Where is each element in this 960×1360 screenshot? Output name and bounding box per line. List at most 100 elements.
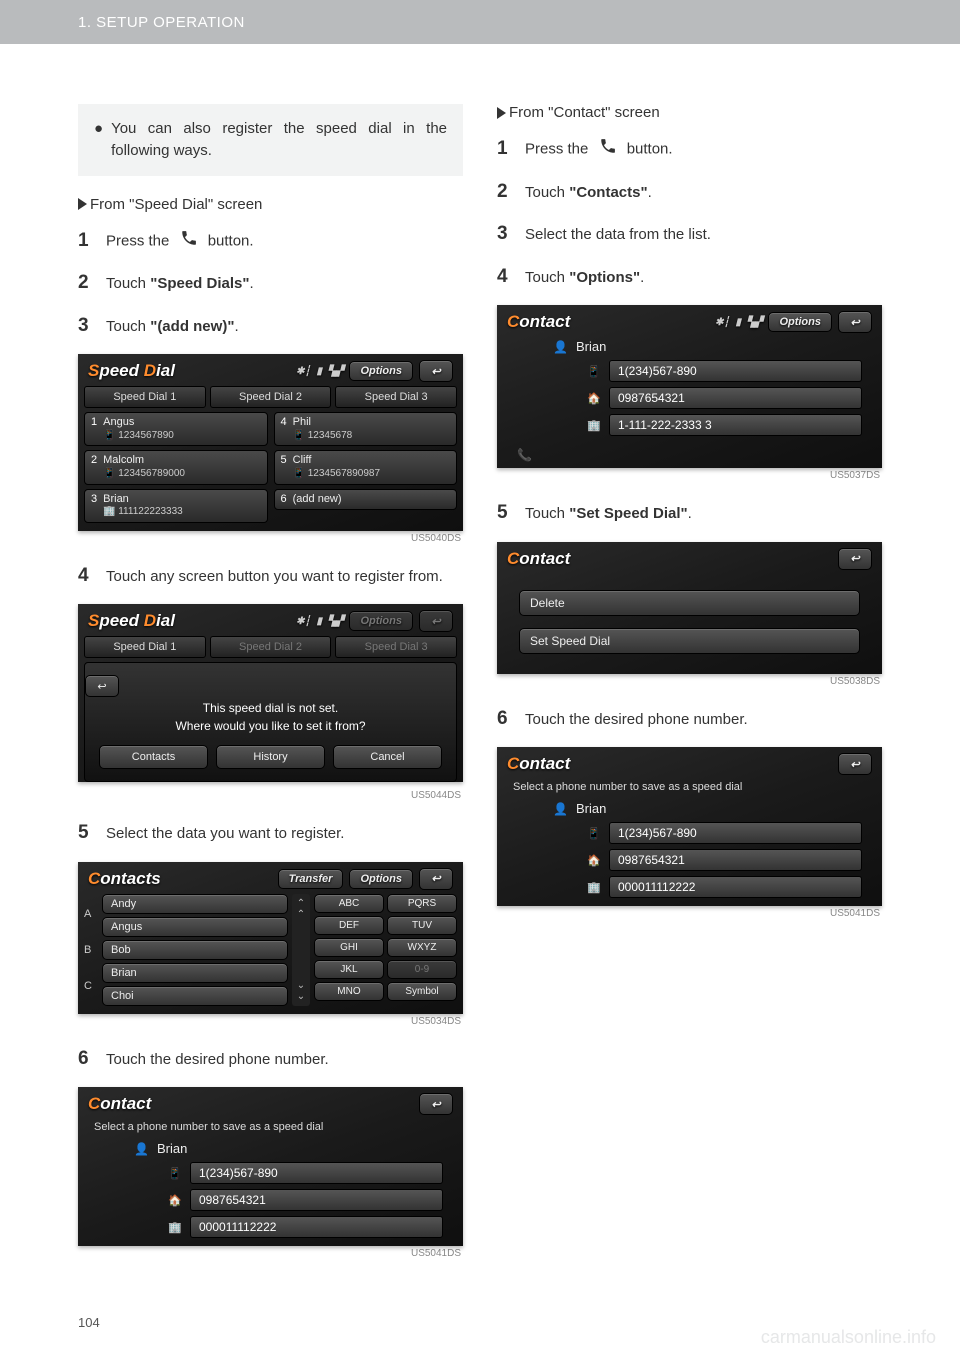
keypad-button[interactable]: ABC <box>314 894 384 913</box>
back-button[interactable]: ↩ <box>85 675 119 697</box>
options-button: Options <box>349 611 413 631</box>
home-icon: 🏠 <box>587 392 601 405</box>
keypad-button[interactable]: TUV <box>387 916 457 935</box>
bluetooth-icon: ✱┆ <box>715 317 729 328</box>
phone-number-button[interactable]: 000011112222 <box>609 876 862 898</box>
scroll-up-icon[interactable]: ⌃⌃ <box>297 898 305 920</box>
screenshot-select-number: Contact ↩ Select a phone number to save … <box>497 747 882 906</box>
screen-title: Contacts <box>88 869 161 889</box>
step-text: Press the button. <box>106 229 463 255</box>
call-icon[interactable]: 📞 <box>517 448 532 462</box>
keypad-button[interactable]: WXYZ <box>387 938 457 957</box>
step-text: Press the button. <box>525 137 882 163</box>
step-text: Touch "Set Speed Dial". <box>525 503 882 526</box>
contact-item[interactable]: Bob <box>102 940 288 960</box>
keypad-button[interactable]: Symbol <box>387 982 457 1001</box>
tab-speed-dial-2[interactable]: Speed Dial 2 <box>210 386 332 408</box>
section-header: 1. SETUP OPERATION <box>0 0 960 44</box>
keypad-button[interactable]: MNO <box>314 982 384 1001</box>
phone-number-button[interactable]: 1(234)567-890 <box>609 360 862 382</box>
back-button[interactable]: ↩ <box>838 548 872 570</box>
phone-number-button[interactable]: 0987654321 <box>609 387 862 409</box>
phone-number-button[interactable]: 0987654321 <box>609 849 862 871</box>
phone-number-button[interactable]: 1(234)567-890 <box>609 822 862 844</box>
contact-name: Brian <box>576 801 606 816</box>
delete-button[interactable]: Delete <box>519 590 860 616</box>
contacts-button[interactable]: Contacts <box>99 745 208 769</box>
contact-item[interactable]: Andy <box>102 894 288 914</box>
contact-item[interactable]: Brian <box>102 963 288 983</box>
phone-number-button[interactable]: 000011112222 <box>190 1216 443 1238</box>
step-text: Touch any screen button you want to regi… <box>106 566 463 589</box>
subheading-text: From "Contact" screen <box>509 104 660 121</box>
back-button[interactable]: ↩ <box>838 753 872 775</box>
home-icon: 🏠 <box>168 1194 182 1207</box>
phone-number-button[interactable]: 1-111-222-2333 3 <box>609 414 862 436</box>
battery-icon: ▮ <box>736 317 742 328</box>
keypad-button[interactable]: DEF <box>314 916 384 935</box>
history-button[interactable]: History <box>216 745 325 769</box>
step-number: 2 <box>497 178 513 207</box>
keypad-button[interactable]: PQRS <box>387 894 457 913</box>
signal-icon: ▚▞ <box>747 317 762 328</box>
speed-dial-entry[interactable]: 1Angus📱 1234567890 <box>84 412 268 446</box>
transfer-button[interactable]: Transfer <box>278 869 344 889</box>
step-text: Select the data you want to register. <box>106 823 463 846</box>
screen-subtitle: Select a phone number to save as a speed… <box>497 779 882 799</box>
back-button[interactable]: ↩ <box>838 311 872 333</box>
tab-speed-dial-1[interactable]: Speed Dial 1 <box>84 636 206 658</box>
person-icon: 👤 <box>553 340 568 354</box>
person-icon: 👤 <box>134 1142 149 1156</box>
battery-icon: ▮ <box>317 616 323 627</box>
speed-dial-entry[interactable]: 2Malcolm📱 123456789000 <box>84 450 268 484</box>
screenshot-contacts-list: Contacts Transfer Options ↩ A B C Andy A… <box>78 862 463 1014</box>
tab-speed-dial-3: Speed Dial 3 <box>335 636 457 658</box>
screen-title: Speed Dial <box>88 611 175 631</box>
phone-number-button[interactable]: 1(234)567-890 <box>190 1162 443 1184</box>
step-3: 3 Touch "(add new)". <box>78 312 463 341</box>
step-number: 4 <box>497 263 513 292</box>
step-1: 1 Press the button. <box>78 227 463 256</box>
contact-name: Brian <box>157 1141 187 1156</box>
options-button[interactable]: Options <box>349 361 413 381</box>
step-number: 5 <box>78 819 94 848</box>
tab-speed-dial-3[interactable]: Speed Dial 3 <box>335 386 457 408</box>
step-number: 6 <box>497 705 513 734</box>
back-button[interactable]: ↩ <box>419 868 453 890</box>
speed-dial-entry[interactable]: 4Phil📱 12345678 <box>274 412 458 446</box>
step-5: 5 Touch "Set Speed Dial". <box>497 499 882 528</box>
back-button[interactable]: ↩ <box>419 360 453 382</box>
keypad-button[interactable]: 0-9 <box>387 960 457 979</box>
speed-dial-entry[interactable]: 5Cliff📱 1234567890987 <box>274 450 458 484</box>
set-speed-dial-button[interactable]: Set Speed Dial <box>519 628 860 654</box>
screen-title: Contact <box>88 1094 151 1114</box>
screenshot-id: US5044DS <box>78 790 463 801</box>
triangle-icon <box>497 107 506 119</box>
screenshot-select-number: Contact ↩ Select a phone number to save … <box>78 1087 463 1246</box>
tab-speed-dial-1[interactable]: Speed Dial 1 <box>84 386 206 408</box>
screen-title: Contact <box>507 549 570 569</box>
screenshot-id: US5040DS <box>78 533 463 544</box>
back-button[interactable]: ↩ <box>419 1093 453 1115</box>
note-box: ● You can also register the speed dial i… <box>78 104 463 176</box>
step-number: 5 <box>497 499 513 528</box>
step-number: 3 <box>497 220 513 249</box>
mobile-icon: 📱 <box>587 365 601 378</box>
scrollbar[interactable]: ⌃⌃ ⌄⌄ <box>292 894 310 1006</box>
speed-dial-entry-add[interactable]: 6(add new) <box>274 489 458 511</box>
step-number: 1 <box>78 227 94 256</box>
screenshot-id: US5041DS <box>497 908 882 919</box>
contact-item[interactable]: Angus <box>102 917 288 937</box>
scroll-down-icon[interactable]: ⌄⌄ <box>297 980 305 1002</box>
step-text: Touch "Speed Dials". <box>106 273 463 296</box>
triangle-icon <box>78 198 87 210</box>
options-button[interactable]: Options <box>768 312 832 332</box>
phone-number-button[interactable]: 0987654321 <box>190 1189 443 1211</box>
speed-dial-entry[interactable]: 3Brian🏢 111122223333 <box>84 489 268 523</box>
step-4: 4 Touch "Options". <box>497 263 882 292</box>
keypad-button[interactable]: JKL <box>314 960 384 979</box>
options-button[interactable]: Options <box>349 869 413 889</box>
contact-item[interactable]: Choi <box>102 986 288 1006</box>
keypad-button[interactable]: GHI <box>314 938 384 957</box>
cancel-button[interactable]: Cancel <box>333 745 442 769</box>
